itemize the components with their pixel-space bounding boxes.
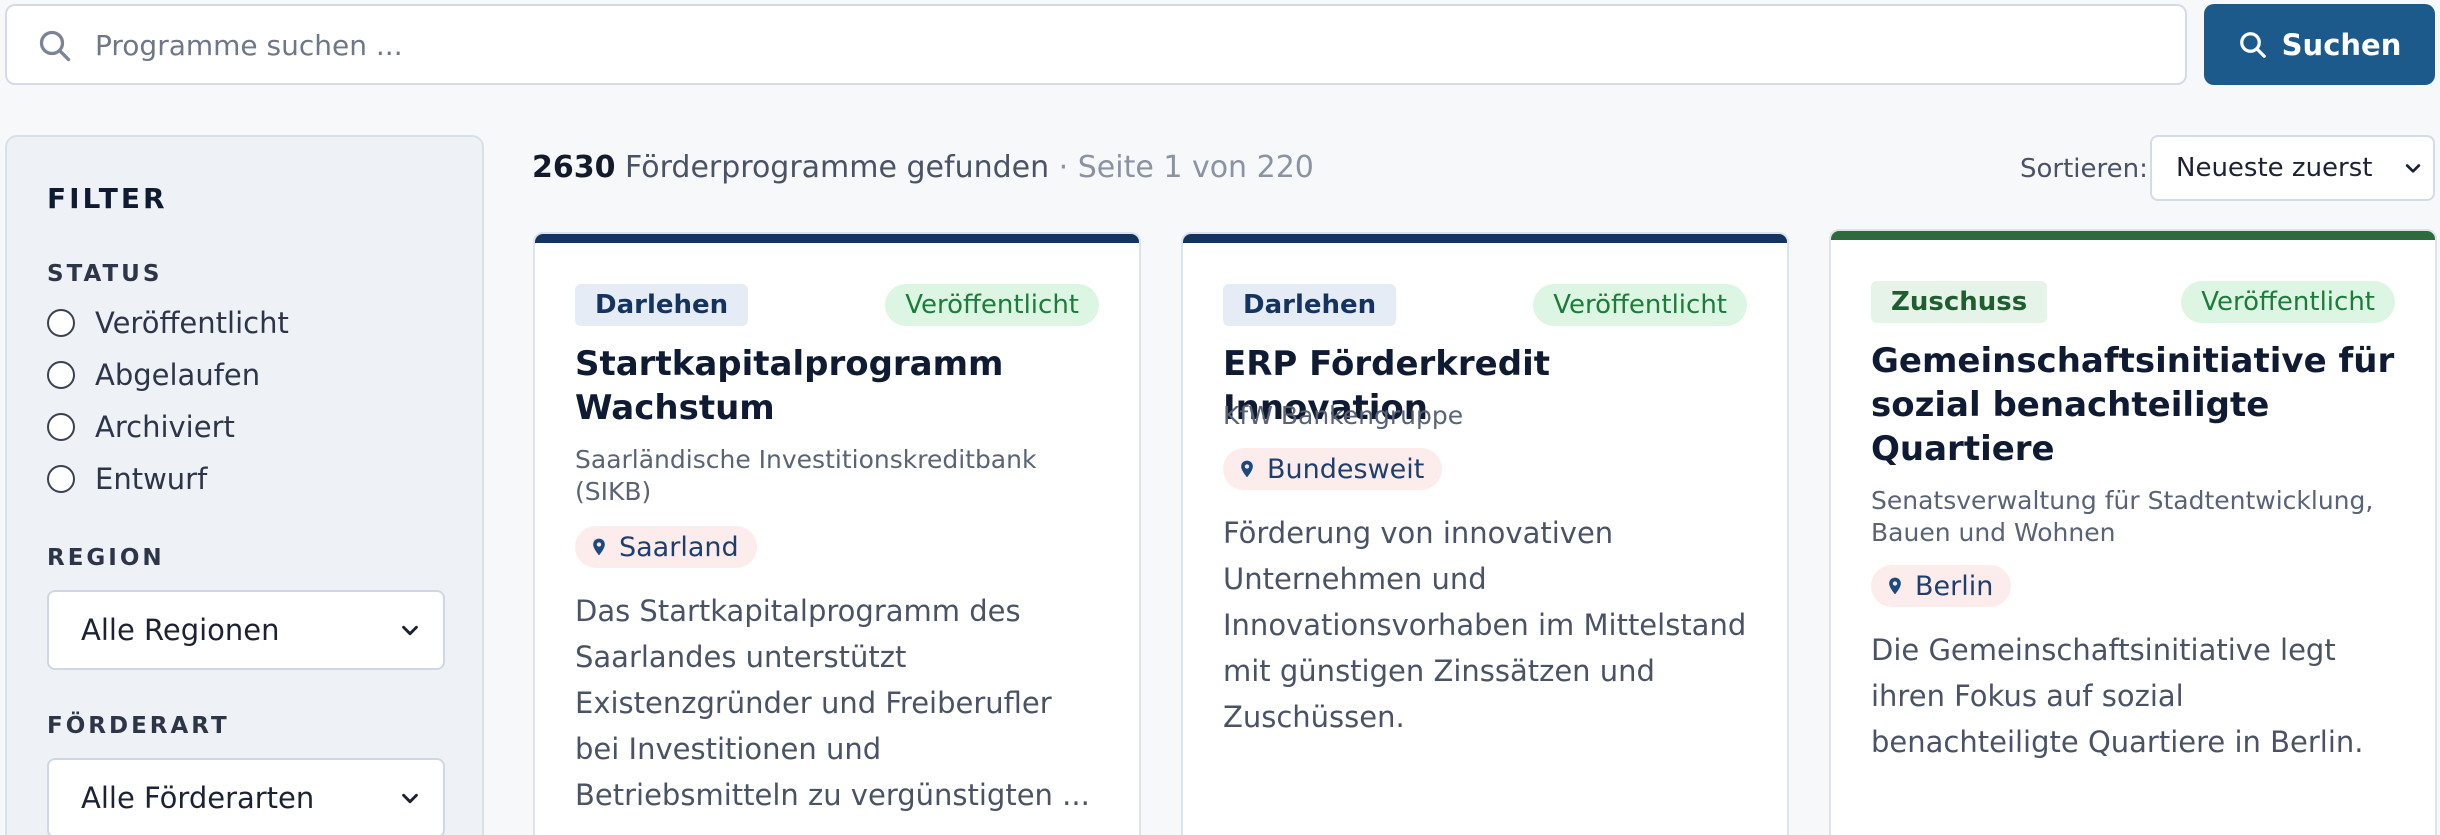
region-label: Berlin [1915, 570, 1994, 602]
status-option-label: Abgelaufen [95, 358, 261, 392]
page-info: · Seite 1 von 220 [1058, 150, 1314, 185]
search-button-label: Suchen [2281, 27, 2402, 62]
chevron-down-icon [402, 793, 418, 804]
results-count: 2630 Förderprogramme gefunden · Seite 1 … [532, 150, 1314, 185]
map-pin-icon [1241, 460, 1253, 478]
type-badge: Darlehen [575, 284, 749, 326]
map-pin-icon [1889, 577, 1901, 595]
region-section-title: REGION [47, 545, 165, 571]
status-option-veroeffentlicht[interactable]: Veröffentlicht [47, 306, 289, 340]
region-badge: Saarland [575, 526, 757, 568]
results-count-number: 2630 [532, 150, 616, 185]
radio-button[interactable] [47, 361, 75, 389]
status-section-title: STATUS [47, 261, 163, 287]
card-description: Förderung von innovativen Unternehmen un… [1223, 516, 1747, 734]
card-title[interactable]: Startkapitalprogramm Wachstum [575, 342, 1109, 430]
region-select[interactable]: Alle Regionen [47, 590, 445, 670]
sort-label: Sortieren: [2020, 154, 2148, 184]
search-bar [5, 4, 2187, 85]
status-badge: Veröffentlicht [885, 284, 1099, 326]
program-card[interactable]: Darlehen Veröffentlicht Startkapitalprog… [533, 232, 1141, 835]
card-accent-bar [1183, 234, 1787, 243]
status-option-entwurf[interactable]: Entwurf [47, 462, 207, 496]
type-badge: Zuschuss [1871, 281, 2048, 323]
status-option-abgelaufen[interactable]: Abgelaufen [47, 358, 260, 392]
card-organization: Senatsverwaltung für Stadtentwicklung, B… [1871, 486, 2374, 547]
region-badge: Bundesweit [1223, 448, 1443, 490]
sort-select[interactable]: Neueste zuerst [2150, 135, 2435, 201]
region-select-value: Alle Regionen [81, 613, 280, 647]
card-title[interactable]: Gemeinschaftsinitiative für sozial benac… [1871, 339, 2405, 471]
results-count-label: Förderprogramme gefunden [625, 150, 1050, 185]
status-option-label: Veröffentlicht [95, 306, 289, 340]
chevron-down-icon [402, 625, 418, 636]
card-description: Die Gemeinschaftsinitiative legt ihren F… [1871, 633, 2364, 759]
foerderart-section-title: FÖRDERART [47, 713, 230, 739]
card-accent-bar [535, 234, 1139, 243]
status-option-archiviert[interactable]: Archiviert [47, 410, 235, 444]
region-label: Bundesweit [1267, 453, 1425, 485]
card-accent-bar [1831, 231, 2435, 240]
region-label: Saarland [619, 531, 739, 563]
radio-button[interactable] [47, 309, 75, 337]
status-badge: Veröffentlicht [1533, 284, 1747, 326]
status-option-label: Archiviert [95, 410, 235, 444]
search-input[interactable] [95, 16, 2155, 74]
map-pin-icon [593, 538, 605, 556]
filter-title: FILTER [47, 182, 168, 215]
foerderart-select[interactable]: Alle Förderarten [47, 758, 445, 835]
sort-select-value: Neueste zuerst [2176, 153, 2373, 183]
program-card[interactable]: Zuschuss Veröffentlicht Gemeinschaftsini… [1829, 229, 2437, 835]
filter-sidebar: FILTER STATUS Veröffentlicht Abgelaufen … [5, 135, 484, 835]
card-organization: Saarländische Investitionskreditbank (SI… [575, 445, 1037, 506]
search-icon [39, 30, 71, 62]
card-organization: KfW Bankengruppe [1223, 401, 1464, 430]
status-option-label: Entwurf [95, 462, 208, 496]
region-badge: Berlin [1871, 565, 2012, 607]
search-button[interactable]: Suchen [2204, 4, 2435, 85]
status-badge: Veröffentlicht [2181, 281, 2395, 323]
radio-button[interactable] [47, 465, 75, 493]
program-card[interactable]: Darlehen Veröffentlicht ERP Förderkredit… [1181, 232, 1789, 835]
foerderart-select-value: Alle Förderarten [81, 781, 315, 815]
type-badge: Darlehen [1223, 284, 1397, 326]
chevron-down-icon [2405, 164, 2421, 173]
radio-button[interactable] [47, 413, 75, 441]
card-description: Das Startkapitalprogramm des Saarlandes … [575, 594, 1090, 812]
search-icon [2239, 31, 2266, 58]
